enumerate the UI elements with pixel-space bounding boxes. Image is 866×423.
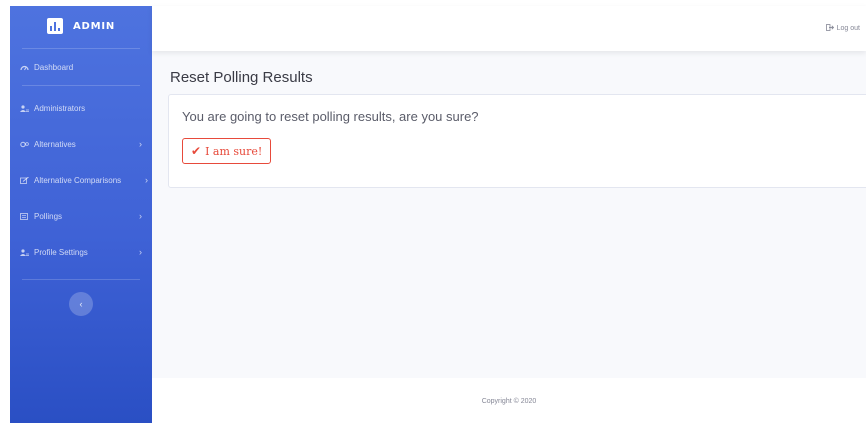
sidebar-item-dashboard[interactable]: Dashboard: [10, 55, 152, 79]
copyright-text: Copyright © 2020: [481, 398, 537, 405]
chevron-right-icon: ›: [139, 247, 142, 257]
app-frame: ADMIN Dashboard Administrators Alternati…: [0, 0, 866, 423]
sidebar-item-label: Dashboard: [34, 62, 74, 72]
cogs-icon: [20, 141, 29, 148]
chevron-right-icon: ›: [139, 211, 142, 221]
edit-icon: [20, 176, 29, 184]
sidebar-item-alternative-comparisons[interactable]: Alternative Comparisons ›: [10, 168, 152, 192]
users-icon: [20, 104, 29, 112]
topbar: Log out: [152, 6, 866, 51]
footer: Copyright © 2020: [152, 378, 866, 423]
sidebar-item-profile-settings[interactable]: Profile Settings ›: [10, 240, 152, 264]
bar-chart-icon: [46, 18, 63, 34]
list-icon: [20, 212, 29, 220]
logout-link[interactable]: Log out: [825, 24, 860, 33]
sidebar: ADMIN Dashboard Administrators Alternati…: [10, 6, 152, 423]
sign-out-icon: [825, 24, 834, 33]
sidebar-brand[interactable]: ADMIN: [10, 6, 152, 46]
sidebar-item-alternatives[interactable]: Alternatives ›: [10, 132, 152, 156]
confirm-card: You are going to reset polling results, …: [168, 94, 866, 188]
chevron-right-icon: ›: [145, 175, 148, 185]
sidebar-item-label: Administrators: [34, 103, 86, 113]
sidebar-divider: [22, 279, 140, 280]
check-icon: ✔: [191, 144, 202, 158]
user-cog-icon: [20, 248, 29, 256]
sidebar-divider: [22, 48, 140, 49]
chevron-left-icon: ‹: [79, 299, 83, 309]
sidebar-divider: [22, 85, 140, 86]
confirm-reset-label: I am sure!: [205, 144, 263, 158]
sidebar-item-label: Alternative Comparisons: [34, 175, 122, 185]
sidebar-item-label: Alternatives: [34, 139, 76, 149]
sidebar-item-administrators[interactable]: Administrators: [10, 96, 152, 120]
sidebar-toggle-button[interactable]: ‹: [69, 292, 93, 316]
page-title: Reset Polling Results: [170, 69, 313, 86]
sidebar-item-pollings[interactable]: Pollings ›: [10, 204, 152, 228]
main-content: Reset Polling Results You are going to r…: [152, 51, 866, 378]
chevron-right-icon: ›: [139, 139, 142, 149]
sidebar-item-label: Profile Settings: [34, 247, 88, 257]
gauge-icon: [20, 64, 29, 71]
confirm-reset-button[interactable]: ✔ I am sure!: [182, 138, 272, 164]
confirm-message: You are going to reset polling results, …: [182, 109, 479, 124]
logout-label: Log out: [836, 25, 860, 32]
brand-title: ADMIN: [72, 20, 116, 32]
sidebar-item-label: Pollings: [34, 211, 63, 221]
